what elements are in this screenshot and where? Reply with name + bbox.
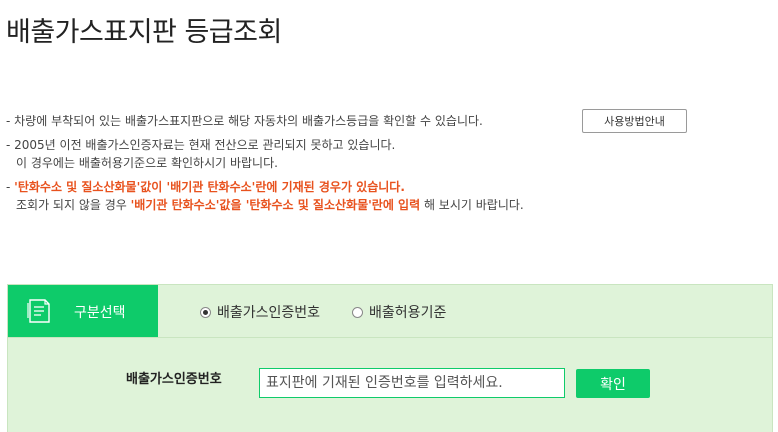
- radio-button-unselected[interactable]: [352, 306, 364, 318]
- radio-emission-standard-label: 배출허용기준: [369, 305, 447, 321]
- notice-highlight-5: '배기관 탄화수소'값을 '탄화수소 및 질소산화물'란에 입력: [130, 198, 421, 212]
- notice-text-5a: 조회가 되지 않을 경우: [16, 198, 131, 212]
- category-tab: 구분선택: [8, 285, 158, 337]
- document-icon: [27, 299, 50, 323]
- notice-line-4: - '탄화수소 및 질소산화물'값이 '배기관 탄화수소'란에 기재된 경우가 …: [6, 178, 524, 196]
- search-panel: 구분선택 배출가스인증번호 배출허용기준 배출가스인증번호 확인: [7, 284, 773, 432]
- cert-number-label: 배출가스인증번호: [126, 372, 222, 387]
- radio-emission-standard[interactable]: 배출허용기준: [352, 302, 446, 322]
- notice-text-2: - 2005년 이전 배출가스인증자료는 현재 전산으로 관리되지 못하고 있습…: [6, 138, 396, 152]
- notice-dash-4: -: [6, 180, 15, 194]
- category-tab-label: 구분선택: [74, 305, 126, 321]
- notice-line-3: 이 경우에는 배출허용기준으로 확인하시기 바랍니다.: [6, 154, 524, 172]
- category-radio-group: 배출가스인증번호 배출허용기준: [200, 302, 478, 322]
- page-title: 배출가스표지판 등급조회: [6, 17, 282, 48]
- radio-cert-number-label: 배출가스인증번호: [217, 305, 321, 321]
- usage-guide-button[interactable]: 사용방법안내: [582, 109, 687, 133]
- notice-highlight-4: '탄화수소 및 질소산화물'값이 '배기관 탄화수소'란에 기재된 경우가 있습…: [14, 180, 405, 194]
- notice-list: - 차량에 부착되어 있는 배출가스표지판으로 해당 자동차의 배출가스등급을 …: [6, 109, 687, 214]
- radio-cert-number[interactable]: 배출가스인증번호: [200, 302, 320, 322]
- cert-number-form: 배출가스인증번호 확인: [8, 355, 772, 398]
- notice-line-5: 조회가 되지 않을 경우 '배기관 탄화수소'값을 '탄화수소 및 질소산화물'…: [6, 196, 524, 214]
- category-bar: 구분선택 배출가스인증번호 배출허용기준: [8, 285, 772, 338]
- notice-line-2: - 2005년 이전 배출가스인증자료는 현재 전산으로 관리되지 못하고 있습…: [6, 136, 524, 154]
- notice-line-1: - 차량에 부착되어 있는 배출가스표지판으로 해당 자동차의 배출가스등급을 …: [6, 109, 687, 133]
- confirm-button[interactable]: 확인: [576, 369, 650, 398]
- notice-text-5b: 해 보시기 바랍니다.: [420, 198, 524, 212]
- radio-button-selected[interactable]: [200, 306, 211, 318]
- cert-number-input[interactable]: [259, 368, 565, 398]
- notice-text-1: - 차량에 부착되어 있는 배출가스표지판으로 해당 자동차의 배출가스등급을 …: [6, 114, 483, 128]
- notice-text-3: 이 경우에는 배출허용기준으로 확인하시기 바랍니다.: [16, 156, 278, 170]
